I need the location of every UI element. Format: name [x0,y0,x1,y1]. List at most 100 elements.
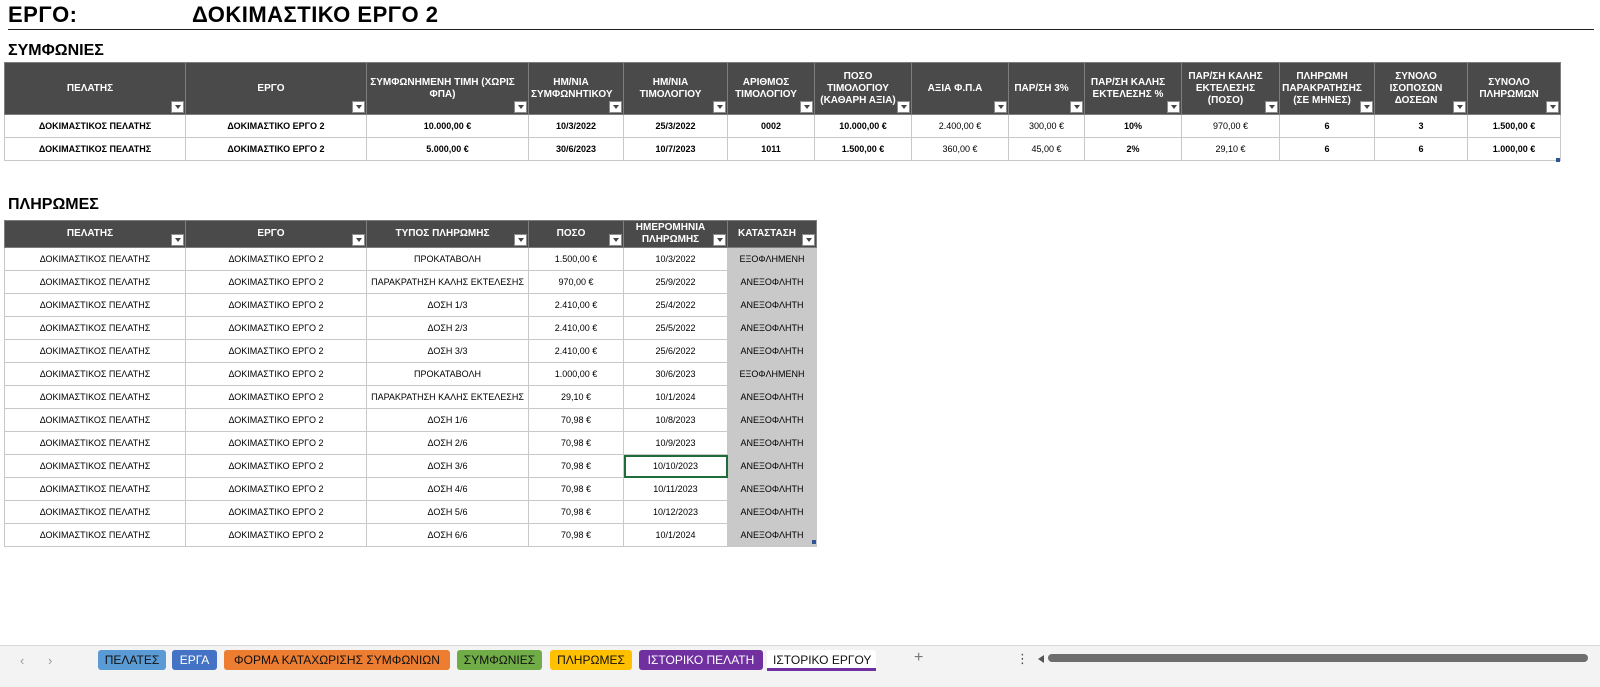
table-cell[interactable]: 70,98 € [528,500,624,524]
table-cell[interactable]: 5.000,00 € [366,137,529,161]
filter-dropdown-icon[interactable] [802,234,815,246]
table-cell[interactable]: 45,00 € [1008,137,1085,161]
column-header[interactable]: ΠΑΡ/ΣΗ 3% [1008,62,1085,115]
table-cell[interactable]: 25/4/2022 [623,293,728,317]
table-cell[interactable]: 29,10 € [1181,137,1280,161]
table-cell[interactable]: ΔΟΚΙΜΑΣΤΙΚΟ ΕΡΓΟ 2 [185,454,367,478]
table-cell[interactable]: ΕΞΟΦΛΗΜΕΝΗ [727,247,817,271]
sheet-tab[interactable]: ΦΟΡΜΑ ΚΑΤΑΧΩΡΙΣΗΣ ΣΥΜΦΩΝΙΩΝ [224,650,450,670]
column-header[interactable]: ΗΜ/ΝΙΑ ΤΙΜΟΛΟΓΙΟΥ [623,62,728,115]
table-cell[interactable]: 6 [1279,114,1375,138]
column-header[interactable]: ΠΟΣΟ ΤΙΜΟΛΟΓΙΟΥ (ΚΑΘΑΡΗ ΑΞΙΑ) [814,62,912,115]
table-cell[interactable]: 10% [1084,114,1182,138]
filter-dropdown-icon[interactable] [1453,101,1466,113]
table-cell[interactable]: ΔΟΚΙΜΑΣΤΙΚΟΣ ΠΕΛΑΤΗΣ [4,137,186,161]
filter-dropdown-icon[interactable] [1360,101,1373,113]
sheet-tab[interactable]: ΠΕΛΑΤΕΣ [98,650,166,670]
table-cell[interactable]: 1.000,00 € [1467,137,1561,161]
table-cell[interactable]: ΔΟΚΙΜΑΣΤΙΚΟΣ ΠΕΛΑΤΗΣ [4,431,186,455]
previous-sheet-icon[interactable]: ‹ [20,653,24,668]
filter-dropdown-icon[interactable] [352,101,365,113]
column-header[interactable]: ΠΑΡ/ΣΗ ΚΑΛΗΣ ΕΚΤΕΛΕΣΗΣ (ΠΟΣΟ) [1181,62,1280,115]
column-header[interactable]: ΠΕΛΑΤΗΣ [4,62,186,115]
table-cell[interactable]: 1.000,00 € [528,362,624,386]
filter-dropdown-icon[interactable] [897,101,910,113]
table-cell[interactable]: 0002 [727,114,815,138]
table-cell[interactable]: 70,98 € [528,408,624,432]
table-cell[interactable]: ΔΟΚΙΜΑΣΤΙΚΟ ΕΡΓΟ 2 [185,523,367,547]
sheet-tab[interactable]: ΣΥΜΦΩΝΙΕΣ [457,650,542,670]
table-cell[interactable]: 10/7/2023 [623,137,728,161]
filter-dropdown-icon[interactable] [800,101,813,113]
table-cell[interactable]: 1.500,00 € [1467,114,1561,138]
column-header[interactable]: ΗΜΕΡΟΜΗΝΙΑ ΠΛΗΡΩΜΗΣ [623,220,728,248]
sheet-tab[interactable]: ΠΛΗΡΩΜΕΣ [550,650,632,670]
filter-dropdown-icon[interactable] [171,234,184,246]
table-cell[interactable]: 25/3/2022 [623,114,728,138]
column-header[interactable]: ΤΥΠΟΣ ΠΛΗΡΩΜΗΣ [366,220,529,248]
table-cell[interactable]: 300,00 € [1008,114,1085,138]
column-header[interactable]: ΕΡΓΟ [185,220,367,248]
table-cell[interactable]: 1011 [727,137,815,161]
table-cell[interactable]: ΔΟΣΗ 1/6 [366,408,529,432]
table-cell[interactable]: ΔΟΚΙΜΑΣΤΙΚΟ ΕΡΓΟ 2 [185,362,367,386]
table-cell[interactable]: ΔΟΚΙΜΑΣΤΙΚΟ ΕΡΓΟ 2 [185,114,367,138]
project-name[interactable]: ΔΟΚΙΜΑΣΤΙΚΟ ΕΡΓΟ 2 [192,2,438,28]
sheet-tab[interactable]: ΙΣΤΟΡΙΚΟ ΠΕΛΑΤΗ [639,650,763,670]
table-cell[interactable]: ΔΟΚΙΜΑΣΤΙΚΟ ΕΡΓΟ 2 [185,316,367,340]
table-cell[interactable]: 2% [1084,137,1182,161]
table-cell[interactable]: ΔΟΚΙΜΑΣΤΙΚΟ ΕΡΓΟ 2 [185,137,367,161]
table-cell[interactable]: ΑΝΕΞΟΦΛΗΤΗ [727,431,817,455]
table-cell[interactable]: 10.000,00 € [366,114,529,138]
table-cell[interactable]: 1.500,00 € [528,247,624,271]
sheet-tab[interactable]: ΕΡΓΑ [172,650,217,670]
column-header[interactable]: ΗΜ/ΝΙΑ ΣΥΜΦΩΝΗΤΙΚΟΥ [528,62,624,115]
table-cell[interactable]: ΔΟΚΙΜΑΣΤΙΚΟΣ ΠΕΛΑΤΗΣ [4,500,186,524]
table-cell[interactable]: 70,98 € [528,454,624,478]
table-cell[interactable]: 2.410,00 € [528,339,624,363]
table-cell[interactable]: 1.500,00 € [814,137,912,161]
table-cell[interactable]: ΔΟΚΙΜΑΣΤΙΚΟΣ ΠΕΛΑΤΗΣ [4,477,186,501]
table-cell[interactable]: 970,00 € [1181,114,1280,138]
table-cell[interactable]: ΔΟΚΙΜΑΣΤΙΚΟ ΕΡΓΟ 2 [185,431,367,455]
table-cell[interactable]: 10/12/2023 [623,500,728,524]
more-options-icon[interactable]: ⋮ [1016,651,1029,667]
column-header[interactable]: ΣΥΜΦΩΝΗΜΕΝΗ ΤΙΜΗ (ΧΩΡΙΣ ΦΠΑ) [366,62,529,115]
table-cell[interactable]: ΔΟΚΙΜΑΣΤΙΚΟΣ ΠΕΛΑΤΗΣ [4,316,186,340]
next-sheet-icon[interactable]: › [48,653,52,668]
table-cell[interactable]: 10/3/2022 [623,247,728,271]
payments-table-resize-handle[interactable] [812,540,816,544]
table-cell[interactable]: 360,00 € [911,137,1009,161]
table-cell[interactable]: ΠΑΡΑΚΡΑΤΗΣΗ ΚΑΛΗΣ ΕΚΤΕΛΕΣΗΣ [366,270,529,294]
table-cell[interactable]: ΔΟΚΙΜΑΣΤΙΚΟ ΕΡΓΟ 2 [185,385,367,409]
table-cell[interactable]: 2.410,00 € [528,316,624,340]
table-cell[interactable]: 970,00 € [528,270,624,294]
table-cell[interactable]: 10/8/2023 [623,408,728,432]
table-cell[interactable]: 30/6/2023 [528,137,624,161]
table-cell[interactable]: 2.410,00 € [528,293,624,317]
table-cell[interactable]: 10/10/2023 [623,454,728,478]
table-cell[interactable]: ΑΝΕΞΟΦΛΗΤΗ [727,339,817,363]
table-cell[interactable]: ΔΟΚΙΜΑΣΤΙΚΟ ΕΡΓΟ 2 [185,270,367,294]
filter-dropdown-icon[interactable] [1546,101,1559,113]
table-cell[interactable]: ΠΡΟΚΑΤΑΒΟΛΗ [366,247,529,271]
column-header[interactable]: ΠΕΛΑΤΗΣ [4,220,186,248]
table-cell[interactable]: ΔΟΚΙΜΑΣΤΙΚΟ ΕΡΓΟ 2 [185,247,367,271]
table-cell[interactable]: ΑΝΕΞΟΦΛΗΤΗ [727,454,817,478]
table-cell[interactable]: ΑΝΕΞΟΦΛΗΤΗ [727,385,817,409]
column-header[interactable]: ΣΥΝΟΛΟ ΙΣΟΠΟΣΩΝ ΔΟΣΕΩΝ [1374,62,1468,115]
agreements-table-resize-handle[interactable] [1556,158,1560,162]
filter-dropdown-icon[interactable] [1070,101,1083,113]
table-cell[interactable]: ΑΝΕΞΟΦΛΗΤΗ [727,408,817,432]
table-cell[interactable]: ΔΟΚΙΜΑΣΤΙΚΟΣ ΠΕΛΑΤΗΣ [4,293,186,317]
filter-dropdown-icon[interactable] [994,101,1007,113]
filter-dropdown-icon[interactable] [352,234,365,246]
table-cell[interactable]: 2.400,00 € [911,114,1009,138]
scroll-left-icon[interactable] [1038,655,1044,663]
table-cell[interactable]: 25/6/2022 [623,339,728,363]
table-cell[interactable]: 10/11/2023 [623,477,728,501]
column-header[interactable]: ΠΑΡ/ΣΗ ΚΑΛΗΣ ΕΚΤΕΛΕΣΗΣ % [1084,62,1182,115]
column-header[interactable]: ΚΑΤΑΣΤΑΣΗ [727,220,817,248]
table-cell[interactable]: ΔΟΚΙΜΑΣΤΙΚΟ ΕΡΓΟ 2 [185,477,367,501]
table-cell[interactable]: ΔΟΚΙΜΑΣΤΙΚΟ ΕΡΓΟ 2 [185,293,367,317]
